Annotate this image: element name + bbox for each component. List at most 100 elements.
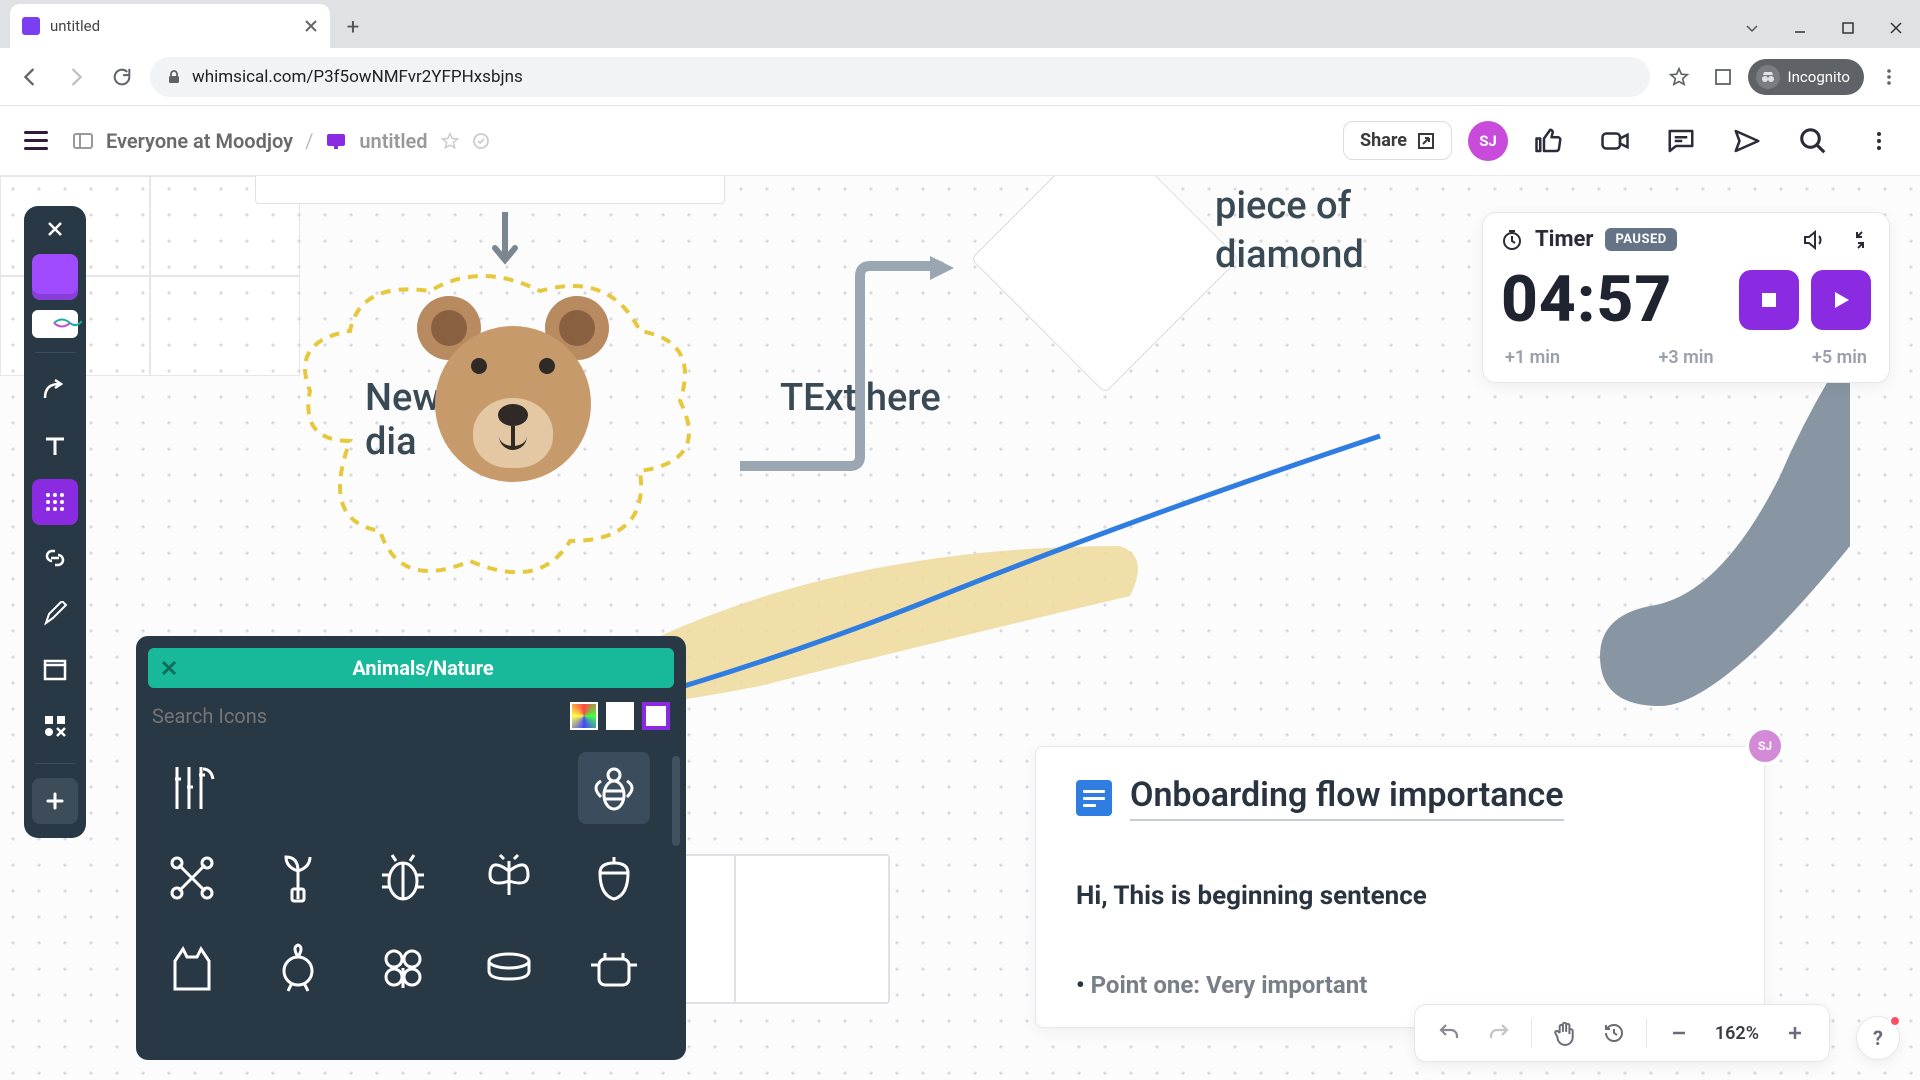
reload-button[interactable]: [104, 59, 140, 95]
search-icon[interactable]: [1788, 116, 1838, 166]
tabs-dropdown-icon[interactable]: [1728, 8, 1776, 48]
sticky-note-tool[interactable]: [32, 254, 78, 300]
color-swatch-multi[interactable]: [570, 702, 598, 730]
blank-icon[interactable]: [262, 752, 334, 824]
undo-button[interactable]: [1427, 1011, 1471, 1055]
history-button[interactable]: [1592, 1011, 1636, 1055]
connector-arrow[interactable]: [740, 256, 960, 476]
share-button[interactable]: Share: [1343, 121, 1452, 160]
timer-title: Timer: [1535, 227, 1593, 252]
beetle-icon[interactable]: [367, 842, 439, 914]
timer-stop-button[interactable]: [1739, 270, 1799, 330]
bookmark-star-icon[interactable]: [1660, 58, 1698, 96]
notification-dot: [1889, 1015, 1901, 1027]
send-icon[interactable]: [1722, 116, 1772, 166]
timer-panel: Timer PAUSED 04:57 +1 min +3 min +5 min: [1482, 212, 1890, 383]
back-button[interactable]: [12, 59, 48, 95]
incognito-label: Incognito: [1788, 68, 1850, 86]
bear-sticker[interactable]: [413, 296, 613, 496]
favorite-star-icon[interactable]: [440, 131, 460, 151]
record-icon[interactable]: [1590, 116, 1640, 166]
collapse-icon[interactable]: [1849, 229, 1871, 251]
pencil-tool[interactable]: [32, 591, 78, 637]
canvas[interactable]: New dia TExt here piece of diamond: [0, 176, 1920, 1080]
document-sentence[interactable]: Hi, This is beginning sentence: [1076, 881, 1724, 911]
zoom-in-button[interactable]: [1773, 1011, 1817, 1055]
timer-play-button[interactable]: [1811, 270, 1871, 330]
picker-scrollbar[interactable]: [672, 756, 680, 846]
window-maximize-button[interactable]: [1824, 8, 1872, 48]
cat-icon[interactable]: [156, 932, 228, 1004]
close-icon[interactable]: [304, 19, 318, 33]
left-toolbar: [24, 206, 86, 838]
share-label: Share: [1360, 130, 1407, 151]
forward-button[interactable]: [58, 59, 94, 95]
sound-icon[interactable]: [1801, 228, 1825, 252]
window-close-button[interactable]: [1872, 8, 1920, 48]
document-title[interactable]: untitled: [359, 129, 427, 153]
card-tool[interactable]: [32, 310, 78, 338]
frame-tool[interactable]: [32, 647, 78, 693]
document-bullet[interactable]: Point one: Very important: [1076, 971, 1724, 999]
new-tab-button[interactable]: +: [338, 12, 368, 42]
incognito-icon: [1756, 65, 1780, 89]
component-tool[interactable]: [32, 703, 78, 749]
acorn-icon[interactable]: [578, 842, 650, 914]
menu-button[interactable]: [16, 121, 56, 161]
hand-tool-button[interactable]: [1542, 1011, 1586, 1055]
help-button[interactable]: ?: [1856, 1016, 1900, 1060]
incognito-badge[interactable]: Incognito: [1748, 59, 1864, 95]
picker-close-button[interactable]: [160, 659, 184, 677]
text-tool[interactable]: [32, 423, 78, 469]
icon-picker-panel: Animals/Nature: [136, 636, 686, 1060]
canvas-rectangle[interactable]: [255, 176, 725, 204]
timer-icon: [1501, 229, 1523, 251]
thumbs-up-icon[interactable]: [1524, 116, 1574, 166]
bowl-icon[interactable]: [473, 932, 545, 1004]
canvas-text-piece[interactable]: piece of diamond: [1215, 182, 1364, 281]
fish-icon[interactable]: [262, 932, 334, 1004]
browser-menu-icon[interactable]: [1870, 58, 1908, 96]
window-minimize-button[interactable]: [1776, 8, 1824, 48]
more-menu-icon[interactable]: [1854, 116, 1904, 166]
canvas-text-here[interactable]: TExt here: [780, 376, 941, 420]
search-input[interactable]: [152, 704, 562, 728]
sync-status-icon: [472, 132, 490, 150]
add-tool[interactable]: [32, 778, 78, 824]
sprout-icon[interactable]: [262, 842, 334, 914]
blank-icon[interactable]: [473, 752, 545, 824]
clover-icon[interactable]: [367, 932, 439, 1004]
breadcrumb-separator: /: [305, 129, 313, 153]
redo-button[interactable]: [1477, 1011, 1521, 1055]
document-card[interactable]: SJ Onboarding flow importance Hi, This i…: [1035, 746, 1765, 1028]
browser-address-bar: whimsical.com/P3f5owNMFvr2YFPHxsbjns Inc…: [0, 48, 1920, 106]
blank-icon[interactable]: [367, 752, 439, 824]
color-swatch-purple[interactable]: [642, 702, 670, 730]
color-swatch-white[interactable]: [606, 702, 634, 730]
timer-add-3min[interactable]: +3 min: [1658, 347, 1713, 368]
bee-icon[interactable]: [578, 752, 650, 824]
timer-add-5min[interactable]: +5 min: [1812, 347, 1867, 368]
bamboo-icon[interactable]: [156, 752, 228, 824]
connector-tool[interactable]: [32, 367, 78, 413]
bottom-toolbar: 162%: [1414, 1004, 1830, 1062]
toolbar-close-button[interactable]: [46, 220, 64, 238]
document-card-title[interactable]: Onboarding flow importance: [1130, 775, 1564, 821]
zoom-level[interactable]: 162%: [1707, 1023, 1767, 1044]
comments-icon[interactable]: [1656, 116, 1706, 166]
butterfly-icon[interactable]: [473, 842, 545, 914]
collaborator-avatar[interactable]: SJ: [1746, 727, 1784, 765]
timer-add-1min[interactable]: +1 min: [1505, 347, 1560, 368]
icon-library-tool[interactable]: [32, 479, 78, 525]
avatar[interactable]: SJ: [1468, 121, 1508, 161]
extensions-icon[interactable]: [1704, 58, 1742, 96]
link-tool[interactable]: [32, 535, 78, 581]
bone-icon[interactable]: [156, 842, 228, 914]
tab-favicon: [22, 17, 40, 35]
zoom-out-button[interactable]: [1657, 1011, 1701, 1055]
url-field[interactable]: whimsical.com/P3f5owNMFvr2YFPHxsbjns: [150, 57, 1650, 97]
browser-tab[interactable]: untitled: [10, 4, 330, 48]
workspace-name[interactable]: Everyone at Moodjoy: [106, 129, 293, 153]
cow-icon[interactable]: [578, 932, 650, 1004]
browser-tab-strip: untitled +: [0, 0, 1920, 48]
